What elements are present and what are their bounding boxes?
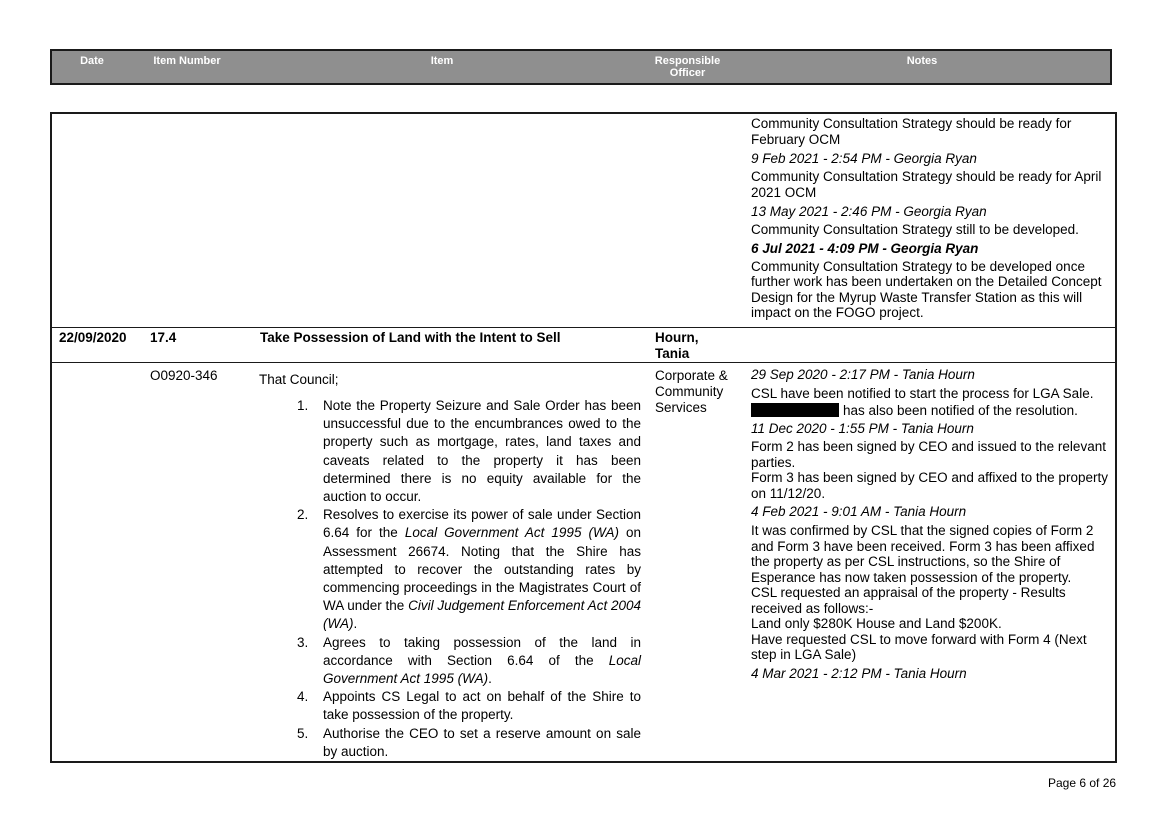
item-title: Take Possession of Land with the Intent … (260, 330, 561, 345)
header-item-number: Item Number (153, 55, 221, 67)
note-text: CSL requested an appraisal of the proper… (751, 585, 1066, 616)
list-number: 2. (297, 507, 309, 523)
list-text: Authorise the CEO to set a reserve amoun… (323, 725, 641, 759)
resolution-list: 1. Note the Property Seizure and Sale Or… (259, 397, 641, 761)
note-text: Community Consultation Strategy still to… (751, 222, 1079, 237)
list-text: Appoints CS Legal to act on behalf of th… (323, 689, 641, 723)
list-number: 4. (297, 689, 309, 705)
resolution-ref: O0920-346 (150, 368, 218, 383)
note-timestamp: 11 Dec 2020 - 1:55 PM - Tania Hourn (751, 421, 974, 436)
note-text: Form 2 has been signed by CEO and issued… (751, 439, 1106, 470)
table-header-bar: Date Item Number Item Responsible Office… (50, 49, 1112, 85)
header-notes: Notes (906, 55, 938, 67)
item-number: 17.4 (150, 330, 177, 345)
list-number: 5. (297, 725, 309, 741)
item-officer: Hourn, Tania (655, 330, 699, 361)
note-text: Community Consultation Strategy should b… (751, 116, 1072, 147)
note-timestamp-bold: 6 Jul 2021 - 4:09 PM - Georgia Ryan (751, 240, 979, 256)
resolution-notes: 29 Sep 2020 - 2:17 PM - Tania Hourn CSL … (751, 367, 1113, 682)
act-title: Local Government Act 1995 (WA) (404, 525, 619, 541)
note-text: Land only $280K House and Land $200K. (751, 616, 1002, 631)
header-date: Date (80, 55, 104, 67)
note-text: It was confirmed by CSL that the signed … (751, 523, 1095, 585)
note-text: Have requested CSL to move forward with … (751, 631, 1087, 663)
redaction-block (751, 402, 839, 417)
note-timestamp: 13 May 2021 - 2:46 PM - Georgia Ryan (751, 204, 987, 219)
note-timestamp: 4 Mar 2021 - 2:12 PM - Tania Hourn (751, 665, 967, 681)
list-item: 1. Note the Property Seizure and Sale Or… (259, 397, 641, 506)
prior-notes: Community Consultation Strategy should b… (751, 116, 1113, 321)
item-date: 22/09/2020 (59, 330, 127, 345)
note-text: Community Consultation Strategy to be de… (751, 258, 1102, 321)
resolution-body: That Council; 1. Note the Property Seizu… (259, 372, 641, 761)
list-item: 4. Appoints CS Legal to act on behalf of… (259, 688, 641, 724)
note-timestamp: 4 Feb 2021 - 9:01 AM - Tania Hourn (751, 504, 967, 519)
header-item: Item (430, 55, 454, 67)
note-text: Community Consultation Strategy should b… (751, 169, 1102, 200)
list-text: Note the Property Seizure and Sale Order… (323, 398, 641, 505)
resolution-intro: That Council; (259, 372, 339, 387)
note-text: CSL have been notified to start the proc… (751, 386, 1094, 401)
list-text: . (488, 671, 492, 687)
resolution-department: Corporate & Community Services (655, 368, 728, 415)
list-item: 5. Authorise the CEO to set a reserve am… (259, 725, 641, 761)
note-timestamp: 29 Sep 2020 - 2:17 PM - Tania Hourn (751, 367, 975, 382)
note-text-redacted: has also been notified of the resolution… (751, 402, 1113, 419)
list-number: 3. (297, 634, 309, 650)
list-text: Agrees to taking possession of the land … (323, 634, 641, 668)
header-responsible-officer: Responsible Officer (654, 55, 721, 79)
row-divider (52, 327, 1115, 328)
note-timestamp: 9 Feb 2021 - 2:54 PM - Georgia Ryan (751, 151, 977, 166)
list-text: . (353, 616, 358, 632)
list-item: 3. Agrees to taking possession of the la… (259, 634, 641, 689)
page-number: Page 6 of 26 (1048, 776, 1117, 790)
note-text: Form 3 has been signed by CEO and affixe… (751, 470, 1108, 501)
list-number: 1. (297, 398, 309, 413)
row-divider (52, 362, 1115, 363)
list-item: 2. Resolves to exercise its power of sal… (259, 506, 641, 633)
note-text: has also been notified of the resolution… (843, 402, 1078, 418)
minutes-table: Community Consultation Strategy should b… (50, 112, 1117, 763)
